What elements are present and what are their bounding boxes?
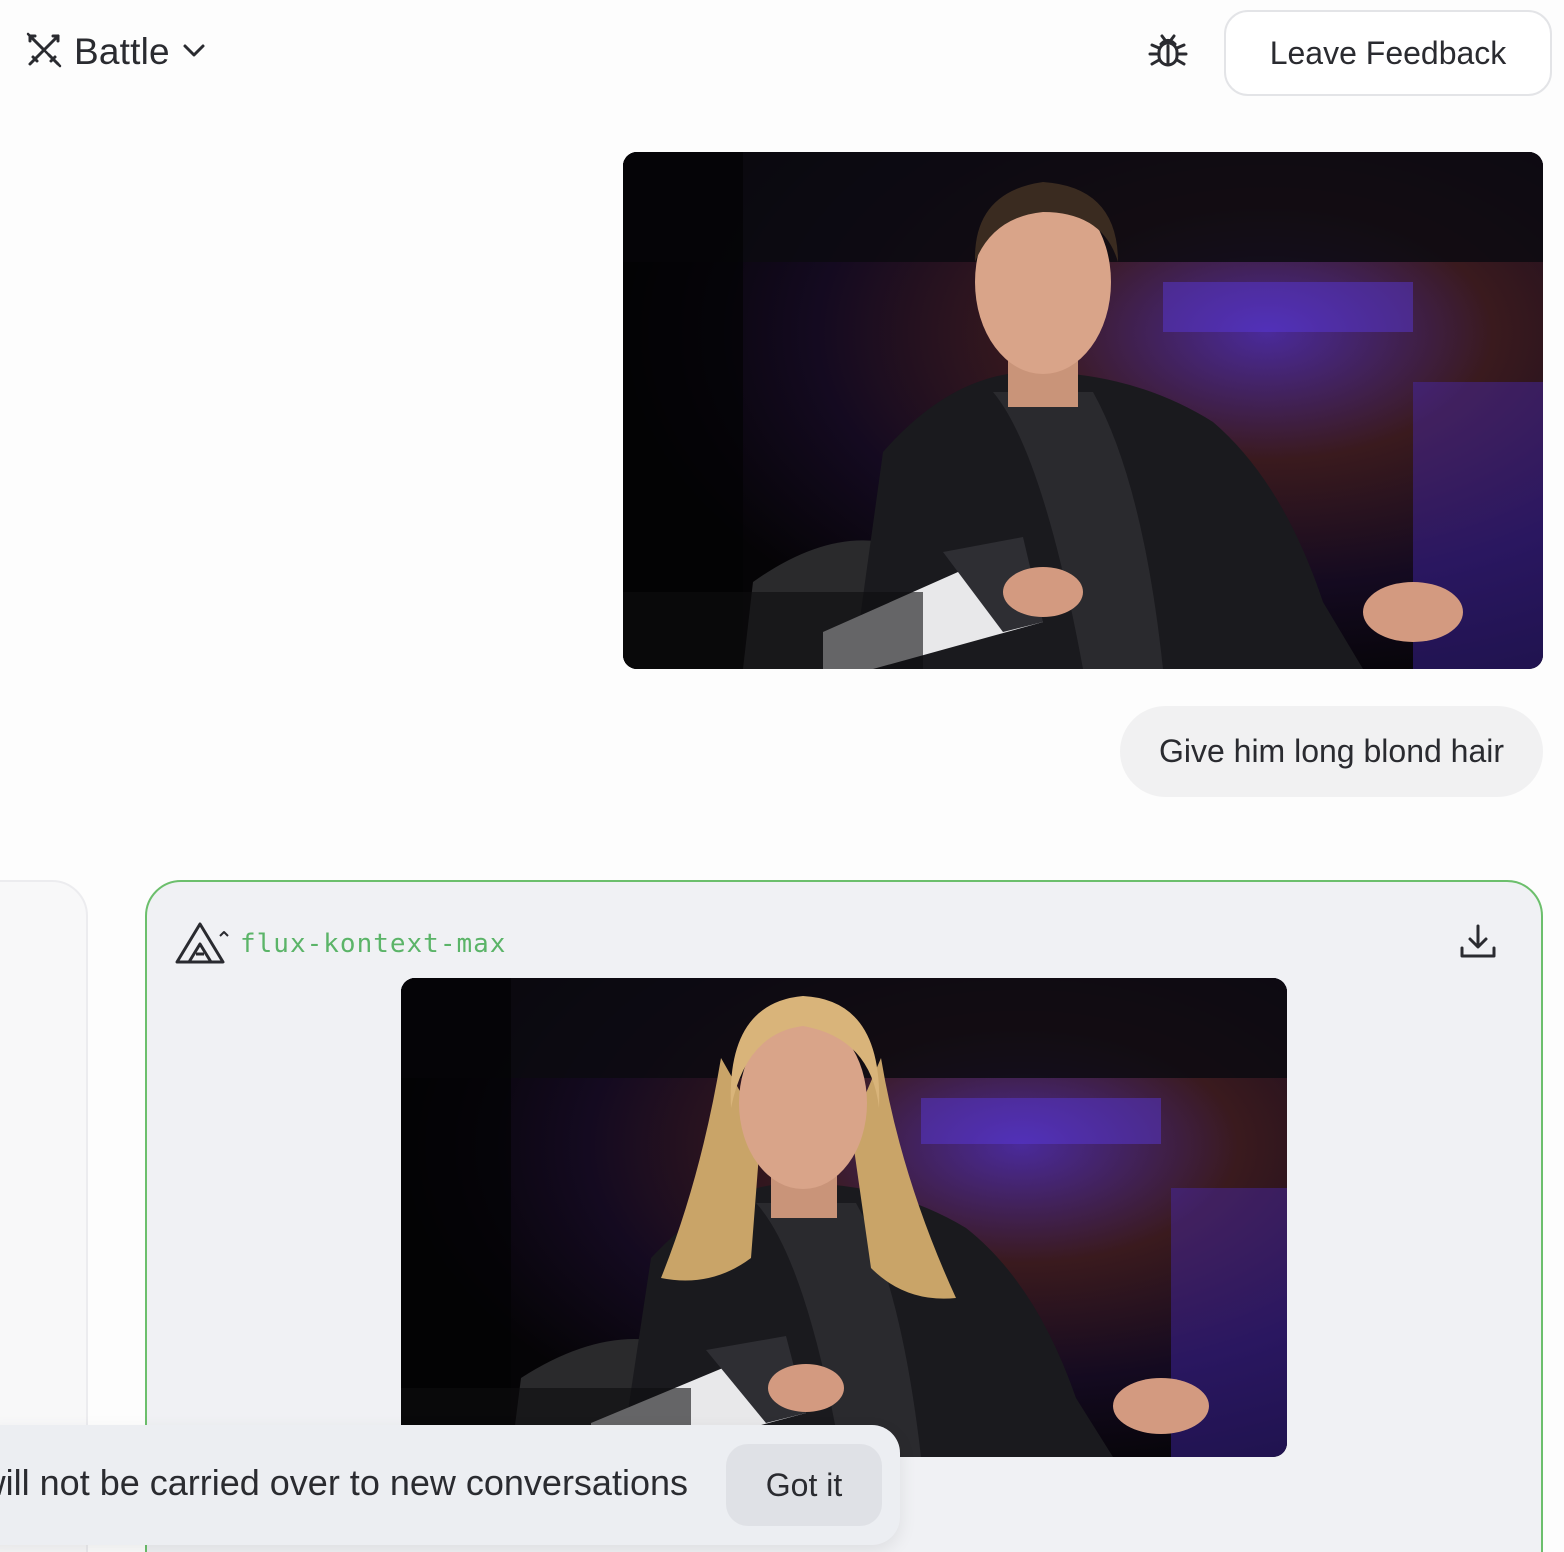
- mode-label: Battle: [74, 31, 170, 72]
- download-icon: [1458, 922, 1498, 967]
- download-button[interactable]: [1452, 918, 1504, 970]
- triangle-logo-icon: [174, 920, 232, 969]
- user-message-text: Give him long blond hair: [1158, 733, 1505, 769]
- chevron-down-icon: [180, 36, 208, 69]
- user-uploaded-image: [623, 152, 1543, 669]
- mode-selector[interactable]: Battle: [24, 28, 208, 76]
- model-name: flux-kontext-max: [240, 929, 507, 959]
- toast-message: Images will not be carried over to new c…: [0, 1462, 688, 1508]
- page: Battle Leave Feedback Give him long blon…: [0, 0, 1564, 1552]
- user-message: Give him long blond hair: [1120, 706, 1543, 797]
- generated-image: [401, 978, 1287, 1457]
- crossed-swords-icon: [24, 30, 64, 75]
- got-it-button[interactable]: Got it: [726, 1444, 882, 1526]
- leave-feedback-button[interactable]: Leave Feedback: [1224, 10, 1552, 96]
- toast-message-text: Images will not be carried over to new c…: [0, 1462, 688, 1503]
- bug-icon: [1146, 28, 1190, 77]
- report-bug-button[interactable]: [1140, 28, 1196, 76]
- model-header: flux-kontext-max: [174, 920, 506, 968]
